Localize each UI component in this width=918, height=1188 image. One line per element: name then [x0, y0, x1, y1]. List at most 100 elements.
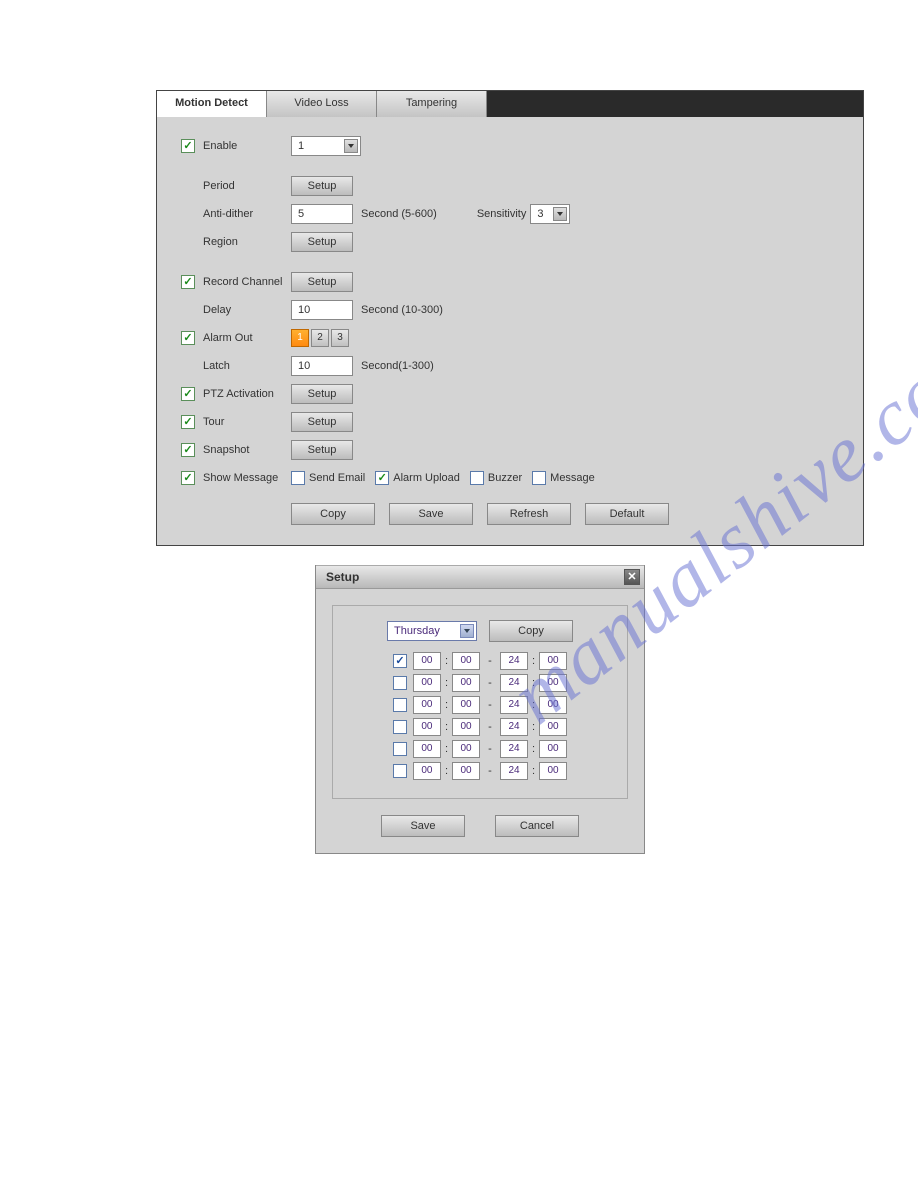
- time-start: 00:00: [413, 652, 480, 670]
- minute-input[interactable]: 00: [452, 652, 480, 670]
- minute-input[interactable]: 00: [452, 674, 480, 692]
- message-checkbox[interactable]: [532, 471, 546, 485]
- hour-input[interactable]: 00: [413, 762, 441, 780]
- time-row-checkbox[interactable]: [393, 720, 407, 734]
- ptz-activation-setup-button[interactable]: Setup: [291, 384, 353, 404]
- ptz-activation-label: PTZ Activation: [203, 388, 291, 400]
- minute-input[interactable]: 00: [539, 740, 567, 758]
- tour-checkbox[interactable]: [181, 415, 195, 429]
- time-row-checkbox[interactable]: [393, 742, 407, 756]
- delay-input[interactable]: 10: [291, 300, 353, 320]
- hour-input[interactable]: 24: [500, 740, 528, 758]
- anti-dither-input[interactable]: 5: [291, 204, 353, 224]
- modal-cancel-button[interactable]: Cancel: [495, 815, 579, 837]
- day-dropdown[interactable]: Thursday: [387, 621, 477, 641]
- minute-input[interactable]: 00: [452, 762, 480, 780]
- time-row-checkbox[interactable]: [393, 698, 407, 712]
- delay-hint: Second (10-300): [361, 304, 443, 316]
- hour-input[interactable]: 24: [500, 696, 528, 714]
- refresh-button[interactable]: Refresh: [487, 503, 571, 525]
- snapshot-setup-button[interactable]: Setup: [291, 440, 353, 460]
- tour-setup-button[interactable]: Setup: [291, 412, 353, 432]
- enable-label: Enable: [203, 140, 291, 152]
- minute-input[interactable]: 00: [539, 652, 567, 670]
- minute-input[interactable]: 00: [539, 762, 567, 780]
- enable-checkbox[interactable]: [181, 139, 195, 153]
- hour-input[interactable]: 24: [500, 652, 528, 670]
- buzzer-checkbox[interactable]: [470, 471, 484, 485]
- hour-input[interactable]: 00: [413, 740, 441, 758]
- hour-input[interactable]: 00: [413, 674, 441, 692]
- dash: -: [486, 655, 494, 667]
- buzzer-label: Buzzer: [488, 472, 522, 484]
- hour-input[interactable]: 24: [500, 674, 528, 692]
- colon: :: [532, 655, 535, 667]
- time-row: 00:00-24:00: [351, 696, 609, 714]
- chevron-down-icon: [344, 139, 358, 153]
- latch-input[interactable]: 10: [291, 356, 353, 376]
- channel-dropdown[interactable]: 1: [291, 136, 361, 156]
- alarm-upload-label: Alarm Upload: [393, 472, 460, 484]
- latch-hint: Second(1-300): [361, 360, 434, 372]
- time-end: 24:00: [500, 762, 567, 780]
- modal-copy-button[interactable]: Copy: [489, 620, 573, 642]
- dash: -: [486, 765, 494, 777]
- tour-label: Tour: [203, 416, 291, 428]
- colon: :: [532, 699, 535, 711]
- hour-input[interactable]: 00: [413, 718, 441, 736]
- colon: :: [445, 721, 448, 733]
- time-end: 24:00: [500, 740, 567, 758]
- minute-input[interactable]: 00: [539, 718, 567, 736]
- tab-video-loss[interactable]: Video Loss: [267, 91, 377, 117]
- ptz-activation-checkbox[interactable]: [181, 387, 195, 401]
- minute-input[interactable]: 00: [539, 674, 567, 692]
- alarm-upload-option[interactable]: Alarm Upload: [375, 471, 460, 485]
- alarm-out-1[interactable]: 1: [291, 329, 309, 347]
- modal-titlebar: Setup ✕: [316, 565, 644, 589]
- modal-save-button[interactable]: Save: [381, 815, 465, 837]
- close-icon[interactable]: ✕: [624, 569, 640, 585]
- buzzer-option[interactable]: Buzzer: [470, 471, 522, 485]
- snapshot-checkbox[interactable]: [181, 443, 195, 457]
- alarm-upload-checkbox[interactable]: [375, 471, 389, 485]
- anti-dither-label: Anti-dither: [203, 208, 291, 220]
- tab-motion-detect[interactable]: Motion Detect: [157, 91, 267, 117]
- modal-inner: Thursday Copy 00:00-24:0000:00-24:0000:0…: [332, 605, 628, 799]
- time-row-checkbox[interactable]: [393, 764, 407, 778]
- record-channel-setup-button[interactable]: Setup: [291, 272, 353, 292]
- hour-input[interactable]: 00: [413, 652, 441, 670]
- minute-input[interactable]: 00: [452, 696, 480, 714]
- sensitivity-dropdown[interactable]: 3: [530, 204, 570, 224]
- latch-label: Latch: [203, 360, 291, 372]
- tab-bar: Motion Detect Video Loss Tampering: [157, 91, 863, 117]
- alarm-out-3[interactable]: 3: [331, 329, 349, 347]
- send-email-option[interactable]: Send Email: [291, 471, 365, 485]
- default-button[interactable]: Default: [585, 503, 669, 525]
- minute-input[interactable]: 00: [452, 718, 480, 736]
- minute-input[interactable]: 00: [539, 696, 567, 714]
- dash: -: [486, 699, 494, 711]
- time-row-checkbox[interactable]: [393, 654, 407, 668]
- dash: -: [486, 743, 494, 755]
- snapshot-label: Snapshot: [203, 444, 291, 456]
- period-label: Period: [203, 180, 291, 192]
- record-channel-checkbox[interactable]: [181, 275, 195, 289]
- show-message-checkbox[interactable]: [181, 471, 195, 485]
- alarm-out-checkbox[interactable]: [181, 331, 195, 345]
- send-email-checkbox[interactable]: [291, 471, 305, 485]
- hour-input[interactable]: 24: [500, 762, 528, 780]
- message-option[interactable]: Message: [532, 471, 595, 485]
- region-label: Region: [203, 236, 291, 248]
- tab-tampering[interactable]: Tampering: [377, 91, 487, 117]
- period-setup-button[interactable]: Setup: [291, 176, 353, 196]
- alarm-out-2[interactable]: 2: [311, 329, 329, 347]
- region-setup-button[interactable]: Setup: [291, 232, 353, 252]
- save-button[interactable]: Save: [389, 503, 473, 525]
- time-start: 00:00: [413, 740, 480, 758]
- hour-input[interactable]: 00: [413, 696, 441, 714]
- time-row-checkbox[interactable]: [393, 676, 407, 690]
- minute-input[interactable]: 00: [452, 740, 480, 758]
- hour-input[interactable]: 24: [500, 718, 528, 736]
- modal-title: Setup: [326, 570, 359, 584]
- copy-button[interactable]: Copy: [291, 503, 375, 525]
